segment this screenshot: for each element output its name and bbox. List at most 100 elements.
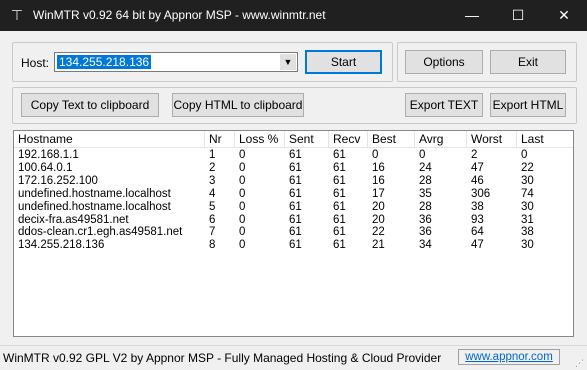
table-cell: 3 (209, 174, 216, 187)
table-cell: 0 (372, 149, 379, 161)
table-row[interactable]: 172.16.252.100 3 0 61 61 16 28 46 30 (14, 175, 573, 188)
column-header-worst[interactable]: Worst (467, 131, 517, 147)
table-cell: 38 (471, 200, 484, 213)
table-cell: 0 (239, 226, 246, 239)
column-header-sent[interactable]: Sent (285, 131, 329, 147)
table-cell: 192.168.1.1 (18, 149, 79, 161)
table-cell: 28 (419, 174, 432, 187)
table-cell: 5 (209, 200, 216, 213)
table-cell: 61 (289, 200, 302, 213)
table-cell: 61 (333, 226, 346, 239)
table-cell: 61 (289, 174, 302, 187)
table-cell: 16 (372, 174, 385, 187)
export-html-button[interactable]: Export HTML (490, 93, 566, 117)
table-cell: 36 (419, 213, 432, 226)
table-cell: undefined.hostname.localhost (18, 200, 171, 213)
table-cell: 2 (209, 161, 216, 174)
export-text-button[interactable]: Export TEXT (405, 93, 483, 117)
appnor-link[interactable]: www.appnor.com (458, 349, 560, 365)
table-cell: 61 (333, 174, 346, 187)
column-header-last[interactable]: Last (517, 131, 573, 147)
table-cell: 38 (521, 226, 534, 239)
table-cell: 134.255.218.136 (18, 239, 105, 252)
results-table[interactable]: Hostname Nr Loss % Sent Recv Best Avrg W… (13, 130, 574, 337)
table-cell: 31 (521, 213, 534, 226)
tool-icon: ⊤ (10, 7, 24, 23)
minimize-button[interactable]: — (449, 0, 495, 31)
table-cell: 93 (471, 213, 484, 226)
exit-button[interactable]: Exit (490, 50, 566, 74)
column-header-loss[interactable]: Loss % (235, 131, 285, 147)
table-cell: 0 (521, 149, 528, 161)
table-cell: 34 (419, 239, 432, 252)
table-cell: 61 (333, 149, 346, 161)
table-cell: 22 (521, 161, 534, 174)
table-cell: 61 (333, 213, 346, 226)
table-cell: 61 (289, 149, 302, 161)
close-button[interactable]: ✕ (541, 0, 587, 31)
table-cell: 0 (419, 149, 426, 161)
table-cell: 6 (209, 213, 216, 226)
table-row[interactable]: decix-fra.as49581.net 6 0 61 61 20 36 93 31 (14, 214, 573, 227)
table-cell: 21 (372, 239, 385, 252)
column-header-nr[interactable]: Nr (205, 131, 235, 147)
table-cell: 100.64.0.1 (18, 161, 73, 174)
table-cell: 0 (239, 200, 246, 213)
table-row[interactable]: 192.168.1.1 1 0 61 61 0 0 2 0 (14, 149, 573, 162)
copy-html-button[interactable]: Copy HTML to clipboard (172, 93, 304, 117)
table-cell: 61 (289, 226, 302, 239)
table-row[interactable]: undefined.hostname.localhost 5 0 61 61 20 28 38… (14, 201, 573, 214)
table-cell: 7 (209, 226, 216, 239)
column-header-hostname[interactable]: Hostname (14, 131, 205, 147)
table-cell: undefined.hostname.localhost (18, 187, 171, 200)
column-header-best[interactable]: Best (368, 131, 415, 147)
table-cell: 2 (471, 149, 478, 161)
resize-grip-icon[interactable]: ⋰ (575, 358, 585, 368)
table-cell: 4 (209, 187, 216, 200)
table-row[interactable]: 100.64.0.1 2 0 61 61 16 24 47 22 (14, 162, 573, 175)
host-input-value[interactable]: 134.255.218.136 (57, 55, 152, 69)
table-cell: 0 (239, 239, 246, 252)
maximize-button[interactable]: ☐ (495, 0, 541, 31)
table-cell: 0 (239, 174, 246, 187)
column-header-recv[interactable]: Recv (329, 131, 368, 147)
table-row[interactable]: undefined.hostname.localhost 4 0 61 61 17 35 30… (14, 188, 573, 201)
table-cell: 30 (521, 239, 534, 252)
table-cell: 61 (289, 239, 302, 252)
start-button[interactable]: Start (305, 50, 382, 74)
table-cell: 22 (372, 226, 385, 239)
table-cell: 35 (419, 187, 432, 200)
table-cell: 61 (333, 239, 346, 252)
table-cell: 74 (521, 187, 534, 200)
table-cell: 47 (471, 239, 484, 252)
table-cell: ddos-clean.cr1.egh.as49581.net (18, 226, 183, 239)
table-row[interactable]: 134.255.218.136 8 0 61 61 21 34 47 30 (14, 239, 573, 252)
window-title: WinMTR v0.92 64 bit by Appnor MSP - www.… (33, 8, 326, 22)
table-cell: 30 (521, 174, 534, 187)
table-cell: 61 (333, 200, 346, 213)
chevron-down-icon[interactable]: ▼ (280, 54, 296, 70)
table-cell: 0 (239, 187, 246, 200)
table-header: Hostname Nr Loss % Sent Recv Best Avrg W… (14, 131, 573, 148)
host-combobox[interactable]: 134.255.218.136 ▼ (54, 52, 298, 72)
table-cell: 61 (333, 187, 346, 200)
table-cell: 306 (471, 187, 491, 200)
table-cell: 20 (372, 200, 385, 213)
table-cell: 61 (289, 213, 302, 226)
table-cell: 24 (419, 161, 432, 174)
options-button[interactable]: Options (405, 50, 483, 74)
table-cell: decix-fra.as49581.net (18, 213, 129, 226)
column-header-avrg[interactable]: Avrg (415, 131, 467, 147)
table-cell: 1 (209, 149, 216, 161)
table-cell: 8 (209, 239, 216, 252)
table-cell: 172.16.252.100 (18, 174, 98, 187)
table-cell: 47 (471, 161, 484, 174)
table-cell: 0 (239, 161, 246, 174)
copy-text-button[interactable]: Copy Text to clipboard (21, 93, 159, 117)
table-row[interactable]: ddos-clean.cr1.egh.as49581.net 7 0 61 61 22 36… (14, 226, 573, 239)
title-bar: ⊤ WinMTR v0.92 64 bit by Appnor MSP - ww… (0, 0, 587, 31)
table-cell: 20 (372, 213, 385, 226)
table-cell: 30 (521, 200, 534, 213)
table-cell: 28 (419, 200, 432, 213)
table-cell: 17 (372, 187, 385, 200)
